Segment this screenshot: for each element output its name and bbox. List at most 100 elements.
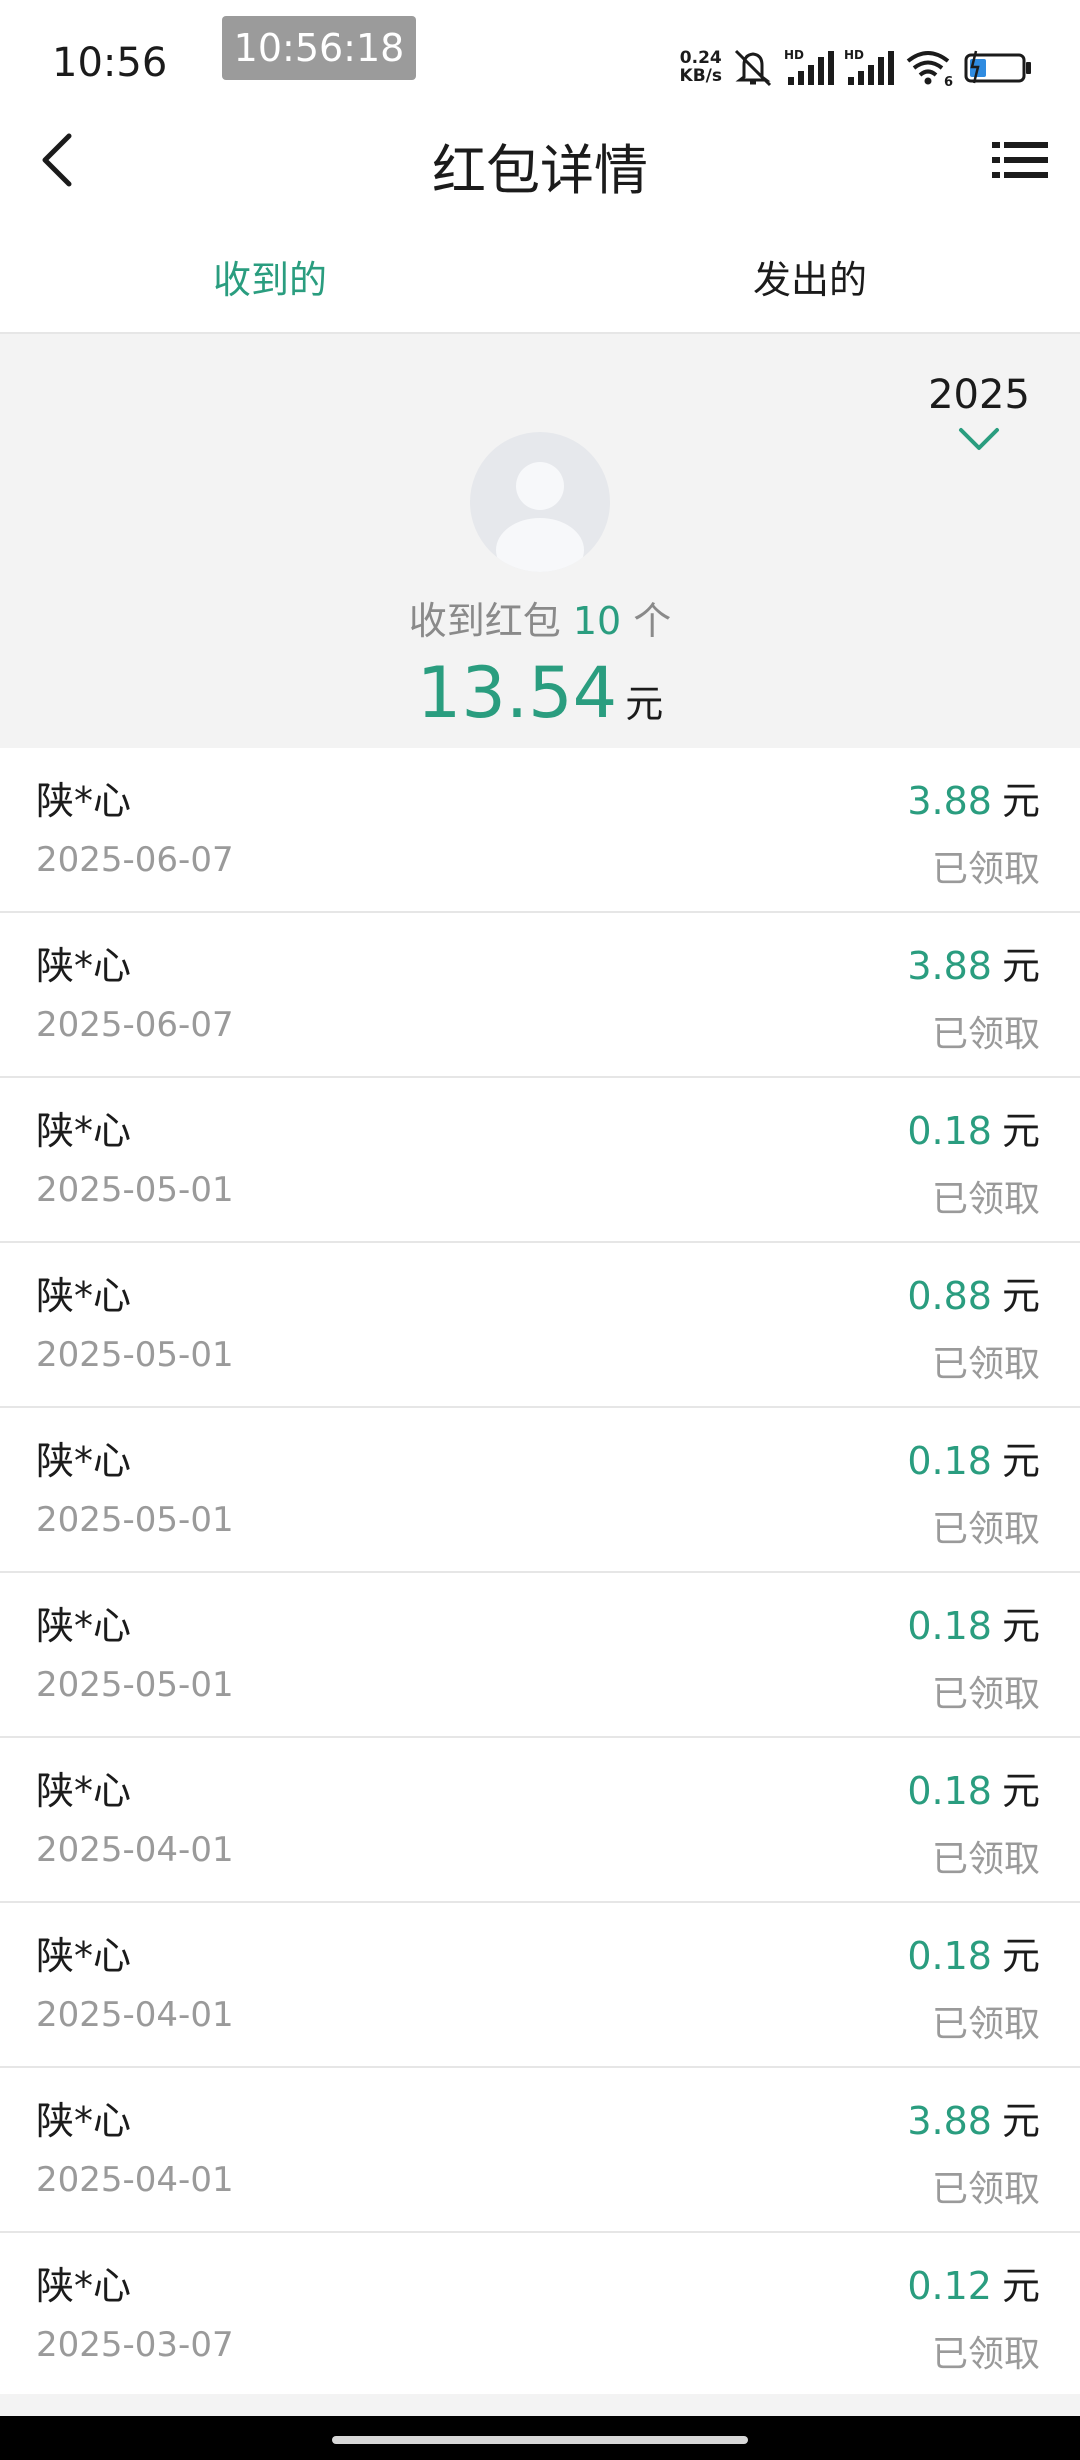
sender-name: 陕*心 xyxy=(36,1439,132,1483)
amount-unit: 元 xyxy=(1001,944,1040,988)
record-date: 2025-05-01 xyxy=(36,1170,234,1210)
sender-name: 陕*心 xyxy=(36,2264,132,2308)
mute-icon xyxy=(734,49,772,87)
list-item[interactable]: 陕*心 2025-05-01 0.18 元 已领取 xyxy=(0,1078,1080,1243)
amount-value: 0.18 xyxy=(907,1439,992,1483)
received-count: 收到红包 10 个 xyxy=(0,590,1080,645)
list-item[interactable]: 陕*心 2025-03-07 0.12 元 已领取 xyxy=(0,2233,1080,2398)
record-amount: 0.12 元 xyxy=(907,2255,1040,2310)
record-date: 2025-04-01 xyxy=(36,1995,234,2035)
sender-name: 陕*心 xyxy=(36,1934,132,1978)
record-status: 已领取 xyxy=(931,849,1040,890)
record-status: 已领取 xyxy=(931,2004,1040,2045)
net-speed-unit: KB/s xyxy=(679,66,722,86)
record-status: 已领取 xyxy=(931,1509,1040,1550)
list-item[interactable]: 陕*心 2025-06-07 3.88 元 已领取 xyxy=(0,748,1080,913)
record-amount: 0.88 元 xyxy=(907,1265,1040,1320)
tab-received[interactable]: 收到的 xyxy=(0,230,540,332)
sender-name: 陕*心 xyxy=(36,1274,132,1318)
record-date: 2025-03-07 xyxy=(36,2325,234,2365)
record-date: 2025-04-01 xyxy=(36,1830,234,1870)
amount-value: 3.88 xyxy=(907,779,992,823)
amount-value: 0.18 xyxy=(907,1109,992,1153)
list-end-spacer xyxy=(0,2394,1080,2416)
signal-hd-icon: HD xyxy=(784,48,834,85)
record-status: 已领取 xyxy=(931,1014,1040,1055)
total-unit: 元 xyxy=(625,682,664,726)
net-speed-indicator: 0.24 KB/s xyxy=(680,49,722,85)
record-status: 已领取 xyxy=(931,1674,1040,1715)
menu-button[interactable] xyxy=(990,130,1050,190)
amount-unit: 元 xyxy=(1001,1439,1040,1483)
record-status: 已领取 xyxy=(931,2169,1040,2210)
system-nav-bar xyxy=(0,2416,1080,2460)
summary-panel: 2025 收到红包 10 个 13.54 元 xyxy=(0,334,1080,748)
record-amount: 3.88 元 xyxy=(907,935,1040,990)
page-title: 红包详情 xyxy=(432,139,648,202)
hd-label: HD xyxy=(784,48,804,62)
count-number: 10 xyxy=(572,599,622,643)
record-amount: 3.88 元 xyxy=(907,2090,1040,2145)
record-amount: 3.88 元 xyxy=(907,770,1040,825)
list-item[interactable]: 陕*心 2025-05-01 0.88 元 已领取 xyxy=(0,1243,1080,1408)
status-icons: 0.24 KB/s HD HD 6 xyxy=(680,44,1034,90)
amount-unit: 元 xyxy=(1001,2264,1040,2308)
chevron-down-icon xyxy=(959,428,999,450)
avatar xyxy=(470,432,610,572)
year-value: 2025 xyxy=(928,372,1030,418)
sender-name: 陕*心 xyxy=(36,1109,132,1153)
record-date: 2025-04-01 xyxy=(36,2160,234,2200)
amount-value: 3.88 xyxy=(907,2099,992,2143)
tab-sent[interactable]: 发出的 xyxy=(540,230,1080,332)
tab-bar: 收到的 发出的 xyxy=(0,230,1080,334)
record-amount: 0.18 元 xyxy=(907,1760,1040,1815)
amount-unit: 元 xyxy=(1001,2099,1040,2143)
record-list: 陕*心 2025-06-07 3.88 元 已领取 陕*心 2025-06-07 … xyxy=(0,748,1080,2398)
total-value: 13.54 xyxy=(416,652,618,734)
record-status: 已领取 xyxy=(931,1344,1040,1385)
record-amount: 0.18 元 xyxy=(907,1925,1040,1980)
wifi-icon: 6 xyxy=(906,51,953,87)
signal-hd-icon: HD xyxy=(844,48,894,85)
header: 红包详情 xyxy=(0,120,1080,202)
sender-name: 陕*心 xyxy=(36,944,132,988)
list-item[interactable]: 陕*心 2025-05-01 0.18 元 已领取 xyxy=(0,1573,1080,1738)
net-speed-value: 0.24 xyxy=(679,48,722,68)
list-item[interactable]: 陕*心 2025-04-01 0.18 元 已领取 xyxy=(0,1738,1080,1903)
record-status: 已领取 xyxy=(931,1179,1040,1220)
amount-value: 0.88 xyxy=(907,1274,992,1318)
amount-value: 0.12 xyxy=(907,2264,992,2308)
battery-charging-icon xyxy=(964,50,1031,84)
record-status: 已领取 xyxy=(931,2334,1040,2375)
total-amount: 13.54 元 xyxy=(0,652,1080,734)
count-prefix: 收到红包 xyxy=(408,599,561,643)
amount-unit: 元 xyxy=(1001,1274,1040,1318)
clock-overlay: 10:56:18 xyxy=(222,16,416,80)
list-item[interactable]: 陕*心 2025-04-01 3.88 元 已领取 xyxy=(0,2068,1080,2233)
amount-unit: 元 xyxy=(1001,779,1040,823)
sender-name: 陕*心 xyxy=(36,1769,132,1813)
amount-unit: 元 xyxy=(1001,1109,1040,1153)
hd-label: HD xyxy=(844,48,864,62)
count-suffix: 个 xyxy=(633,599,672,643)
amount-value: 0.18 xyxy=(907,1604,992,1648)
home-indicator[interactable] xyxy=(332,2436,748,2444)
list-item[interactable]: 陕*心 2025-04-01 0.18 元 已领取 xyxy=(0,1903,1080,2068)
year-selector[interactable]: 2025 xyxy=(924,372,1034,452)
amount-unit: 元 xyxy=(1001,1934,1040,1978)
record-date: 2025-06-07 xyxy=(36,840,234,880)
status-bar: 10:56 10:56:18 0.24 KB/s HD HD 6 xyxy=(0,0,1080,120)
status-time: 10:56 xyxy=(52,40,168,86)
list-menu-icon xyxy=(992,142,1048,178)
sender-name: 陕*心 xyxy=(36,779,132,823)
list-item[interactable]: 陕*心 2025-06-07 3.88 元 已领取 xyxy=(0,913,1080,1078)
wifi-label: 6 xyxy=(944,75,953,87)
amount-value: 3.88 xyxy=(907,944,992,988)
amount-unit: 元 xyxy=(1001,1769,1040,1813)
list-item[interactable]: 陕*心 2025-05-01 0.18 元 已领取 xyxy=(0,1408,1080,1573)
record-date: 2025-05-01 xyxy=(36,1335,234,1375)
sender-name: 陕*心 xyxy=(36,1604,132,1648)
record-date: 2025-05-01 xyxy=(36,1500,234,1540)
default-avatar-icon xyxy=(496,462,584,572)
sender-name: 陕*心 xyxy=(36,2099,132,2143)
